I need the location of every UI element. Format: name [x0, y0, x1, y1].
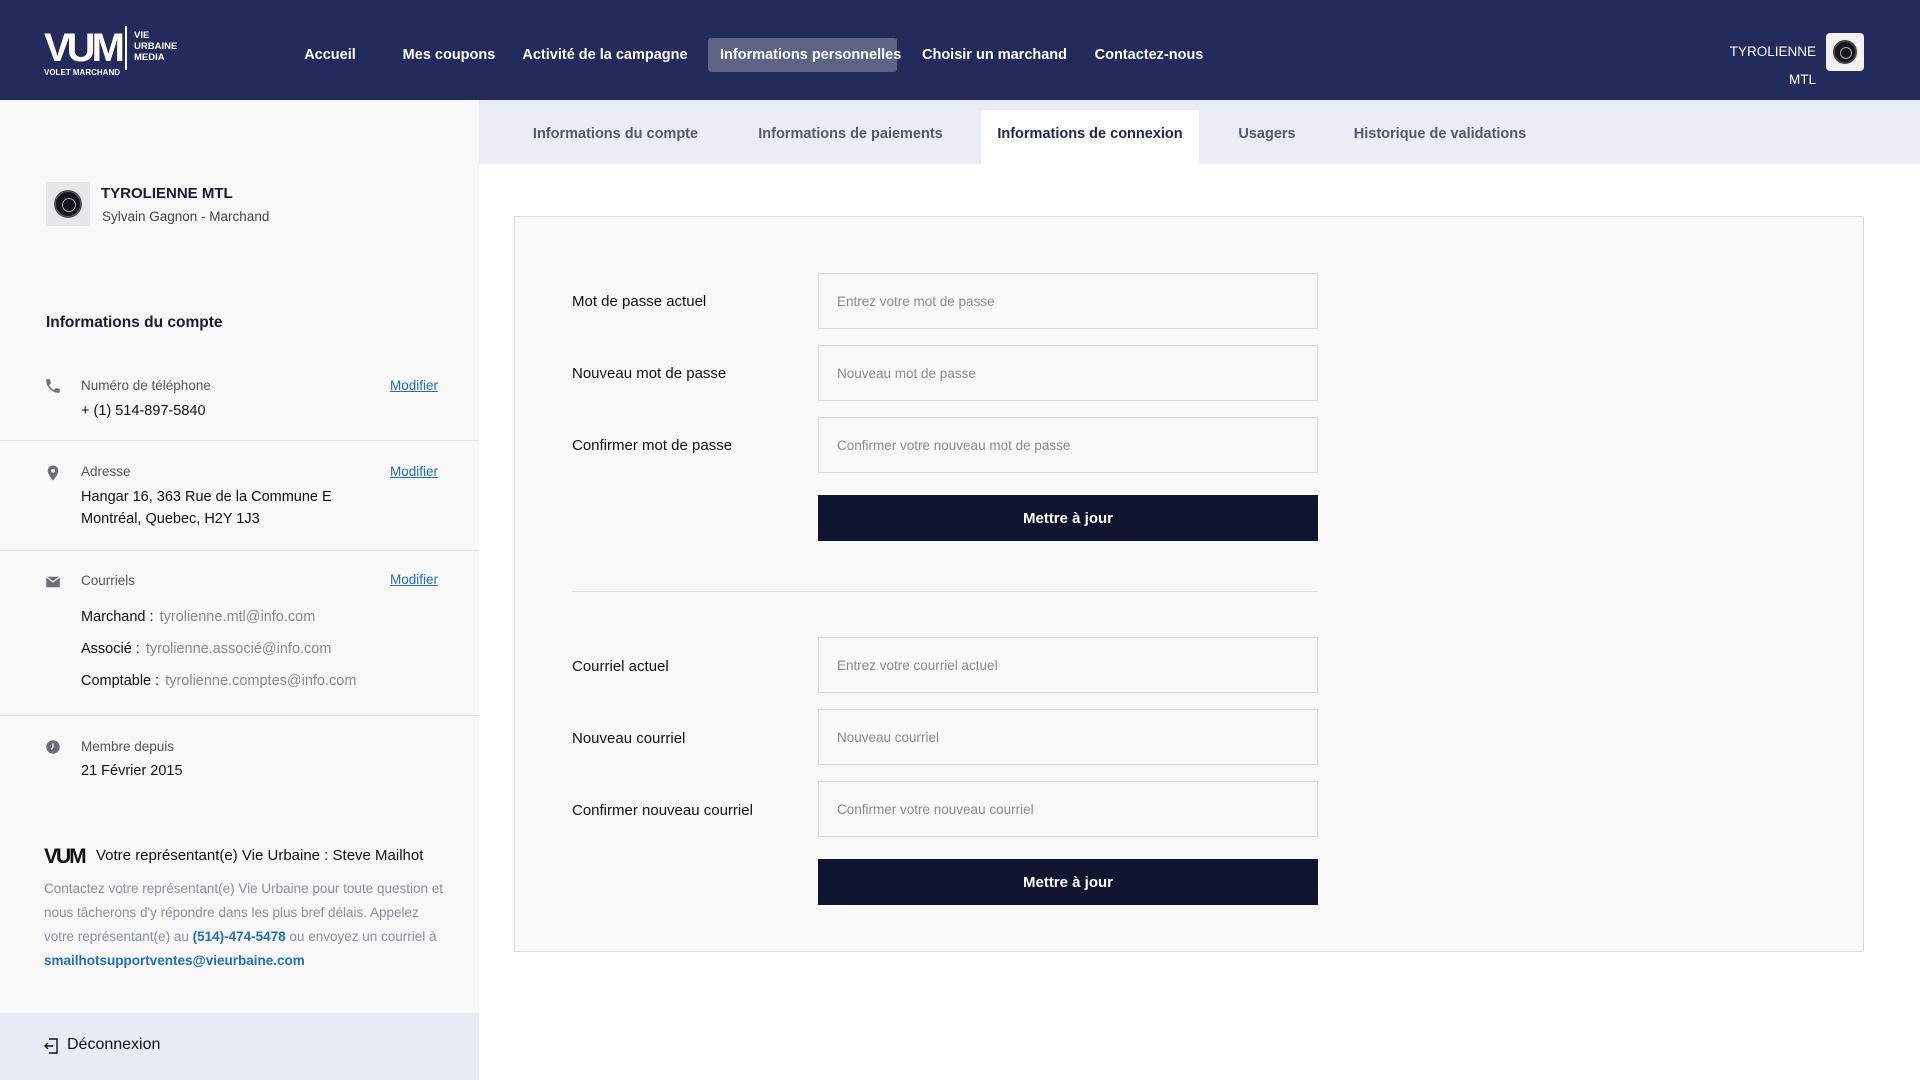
user-avatar[interactable]	[1826, 33, 1864, 71]
logo-words: VIE URBAINE MEDIA	[134, 30, 177, 63]
phone-label: Numéro de téléphone	[81, 378, 211, 393]
rep-text-part: ou envoyez un courriel à	[285, 929, 437, 944]
form-divider	[572, 591, 1318, 592]
logout-label[interactable]: Déconnexion	[67, 1036, 160, 1054]
representative-title: Votre représentant(e) Vie Urbaine : Stev…	[96, 847, 424, 864]
confirm-email-label: Confirmer nouveau courriel	[572, 802, 753, 819]
vum-logo[interactable]: VUM VIE URBAINE MEDIA VOLET MARCHAND	[44, 24, 194, 80]
account-info-title: Informations du compte	[46, 314, 223, 331]
avatar-logo-icon	[1833, 40, 1857, 64]
new-password-input[interactable]	[818, 345, 1318, 401]
logo-word: URBAINE	[134, 41, 178, 52]
address-line-2: Montréal, Quebec, H2Y 1J3	[81, 511, 260, 527]
nav-item-informations-personnelles[interactable]: Informations personnelles	[708, 38, 901, 72]
member-since-value: 21 Février 2015	[81, 763, 183, 779]
emails-label: Courriels	[81, 573, 136, 588]
clock-icon	[46, 740, 60, 754]
user-name[interactable]: TYROLIENNE MTL	[1700, 38, 1816, 87]
email-row-associe: Associé : tyrolienne.associé@info.com	[81, 641, 331, 657]
top-nav-bar: VUM VIE URBAINE MEDIA VOLET MARCHAND Acc…	[0, 0, 1920, 100]
location-pin-icon	[47, 465, 59, 481]
logo-subtitle: VOLET MARCHAND	[44, 68, 120, 77]
merchant-logo-icon	[54, 190, 82, 218]
update-password-button[interactable]: Mettre à jour	[818, 495, 1318, 541]
confirm-email-input[interactable]	[818, 781, 1318, 837]
representative-text: Contactez votre représentant(e) Vie Urba…	[44, 877, 449, 973]
merchant-avatar	[46, 182, 90, 226]
email-role: Comptable :	[81, 673, 160, 689]
envelope-icon	[45, 576, 61, 588]
rep-phone-link[interactable]: (514)-474-5478	[193, 929, 286, 944]
current-email-label: Courriel actuel	[572, 658, 669, 675]
tab-usagers[interactable]: Usagers	[1230, 110, 1304, 164]
logo-divider	[125, 26, 127, 70]
modify-phone-link[interactable]: Modifier	[390, 378, 438, 393]
address-line-1: Hangar 16, 363 Rue de la Commune E	[81, 489, 332, 505]
rep-email-link[interactable]: smailhotsupportventes@vieurbaine.com	[44, 953, 305, 968]
current-password-label: Mot de passe actuel	[572, 293, 707, 310]
email-row-comptable: Comptable : tyrolienne.comptes@info.com	[81, 673, 356, 689]
merchant-name: TYROLIENNE MTL	[101, 185, 233, 202]
confirm-password-input[interactable]	[818, 417, 1318, 473]
current-password-input[interactable]	[818, 273, 1318, 329]
nav-item-accueil[interactable]: Accueil	[298, 38, 362, 72]
new-password-label: Nouveau mot de passe	[572, 365, 727, 382]
divider	[0, 715, 479, 716]
email-role: Associé :	[81, 641, 140, 657]
email-value: tyrolienne.mtl@info.com	[159, 609, 316, 625]
confirm-password-label: Confirmer mot de passe	[572, 437, 733, 454]
divider	[0, 550, 479, 551]
divider	[0, 440, 479, 441]
tab-informations-paiements[interactable]: Informations de paiements	[744, 110, 957, 164]
nav-item-activite-campagne[interactable]: Activité de la campagne	[522, 38, 688, 72]
new-email-label: Nouveau courriel	[572, 730, 686, 747]
new-email-input[interactable]	[818, 709, 1318, 765]
email-value: tyrolienne.associé@info.com	[145, 641, 332, 657]
logout-icon	[44, 1038, 58, 1054]
nav-item-choisir-marchand[interactable]: Choisir un marchand	[922, 38, 1067, 72]
update-email-button[interactable]: Mettre à jour	[818, 859, 1318, 905]
phone-value: + (1) 514-897-5840	[81, 403, 206, 419]
nav-item-contactez-nous[interactable]: Contactez-nous	[1094, 38, 1204, 72]
nav-item-mes-coupons[interactable]: Mes coupons	[402, 38, 496, 72]
logo-word: MEDIA	[134, 52, 165, 63]
tab-informations-compte[interactable]: Informations du compte	[515, 110, 716, 164]
current-email-input[interactable]	[818, 637, 1318, 693]
modify-emails-link[interactable]: Modifier	[390, 572, 438, 587]
phone-icon	[46, 379, 60, 393]
tab-historique-validations[interactable]: Historique de validations	[1345, 110, 1535, 164]
vum-small-logo: VUM	[44, 845, 87, 868]
address-label: Adresse	[81, 464, 131, 479]
logo-mark: VUM	[44, 26, 125, 70]
email-row-marchand: Marchand : tyrolienne.mtl@info.com	[81, 609, 315, 625]
merchant-subtitle: Sylvain Gagnon - Marchand	[102, 209, 270, 224]
logo-word: VIE	[134, 30, 150, 41]
modify-address-link[interactable]: Modifier	[390, 464, 438, 479]
email-role: Marchand :	[81, 609, 154, 625]
tab-informations-connexion[interactable]: Informations de connexion	[981, 110, 1199, 164]
email-value: tyrolienne.comptes@info.com	[165, 673, 357, 689]
member-since-label: Membre depuis	[81, 739, 175, 754]
